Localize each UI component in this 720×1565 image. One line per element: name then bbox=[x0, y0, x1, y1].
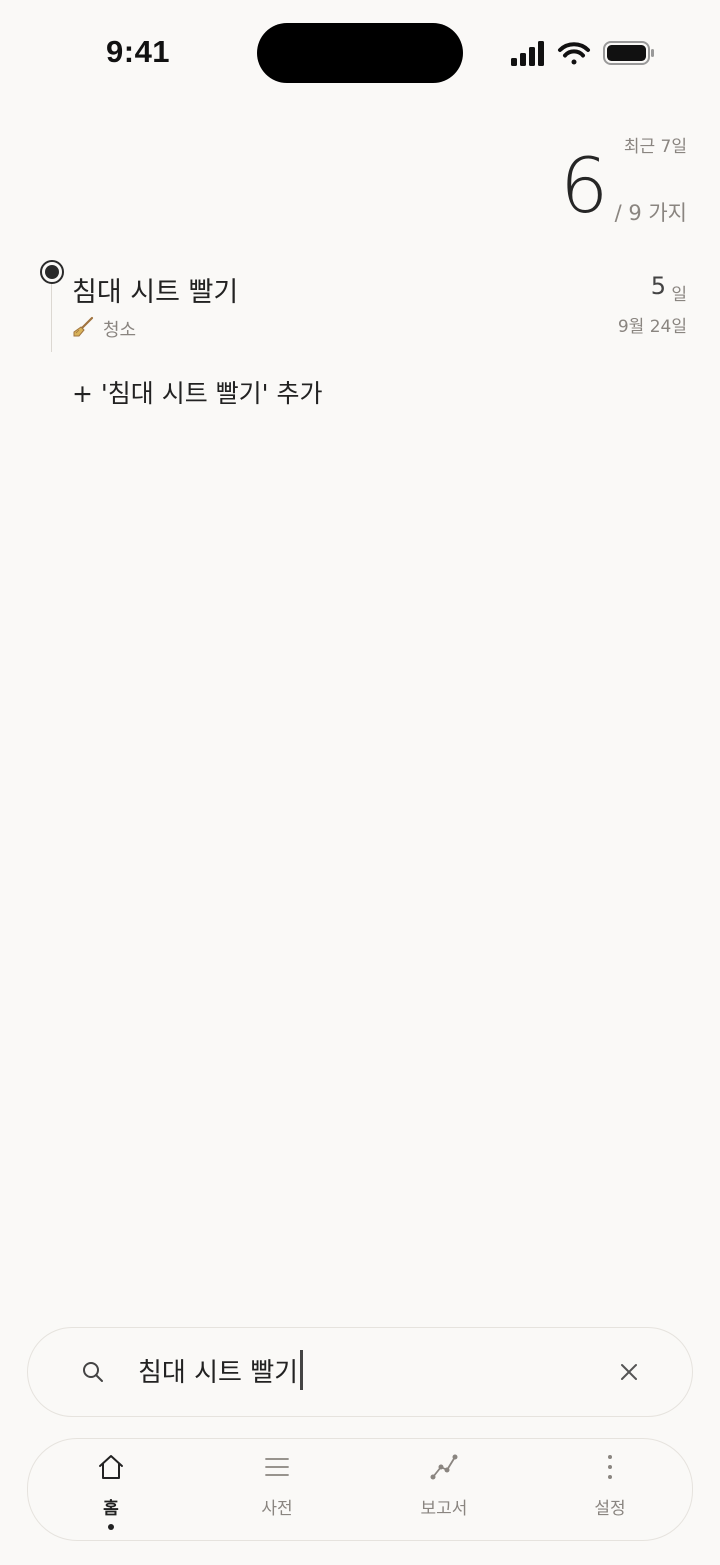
summary-total: / 9 가지 bbox=[614, 201, 687, 225]
wifi-icon bbox=[558, 42, 590, 65]
tab-dictionary[interactable]: 사전 bbox=[194, 1439, 360, 1542]
item-date: 9월 24일 bbox=[617, 317, 687, 337]
item-days-unit: 일 bbox=[671, 285, 687, 305]
tab-label: 사전 bbox=[261, 1499, 293, 1519]
item-title[interactable]: 침대 시트 빨기 bbox=[72, 270, 238, 309]
add-item-button[interactable]: + '침대 시트 빨기' 추가 bbox=[72, 374, 322, 410]
tab-label: 설정 bbox=[594, 1499, 626, 1519]
list-icon bbox=[265, 1458, 289, 1476]
search-icon bbox=[83, 1362, 103, 1382]
battery-icon bbox=[603, 41, 654, 65]
dynamic-island bbox=[257, 23, 463, 83]
chart-line-icon bbox=[430, 1454, 458, 1480]
tab-report[interactable]: 보고서 bbox=[361, 1439, 527, 1542]
status-icons bbox=[511, 41, 654, 66]
more-vertical-icon bbox=[608, 1455, 612, 1479]
tab-home[interactable]: 홈 bbox=[28, 1439, 194, 1542]
text-caret bbox=[300, 1350, 304, 1390]
close-icon[interactable] bbox=[619, 1362, 639, 1382]
item-days-number: 5 bbox=[650, 272, 666, 300]
summary-count: 6 bbox=[560, 141, 609, 230]
status-time: 9:41 bbox=[106, 34, 171, 69]
search-input-text: 침대 시트 빨기 bbox=[138, 1357, 299, 1388]
timeline-line bbox=[51, 282, 52, 352]
search-input[interactable]: 침대 시트 빨기 bbox=[138, 1350, 304, 1390]
active-tab-indicator bbox=[108, 1524, 114, 1530]
tab-label: 홈 bbox=[103, 1499, 119, 1519]
item-category: 청소 bbox=[103, 320, 137, 341]
home-icon bbox=[99, 1455, 123, 1479]
app-screen: 9:41 최근 7일 6 / 9 가지 침대 시트 빨기 청소 5 일 9월 2 bbox=[0, 0, 720, 1565]
tab-settings[interactable]: 설정 bbox=[527, 1439, 693, 1542]
tab-label: 보고서 bbox=[420, 1499, 468, 1519]
signal-icon bbox=[511, 41, 544, 66]
timeline-dot bbox=[40, 260, 64, 284]
search-bar[interactable]: 침대 시트 빨기 bbox=[27, 1327, 693, 1417]
tab-bar: 홈 사전 보고서 설정 bbox=[27, 1438, 693, 1541]
broom-icon bbox=[73, 316, 94, 337]
summary-period-label: 최근 7일 bbox=[623, 137, 687, 157]
